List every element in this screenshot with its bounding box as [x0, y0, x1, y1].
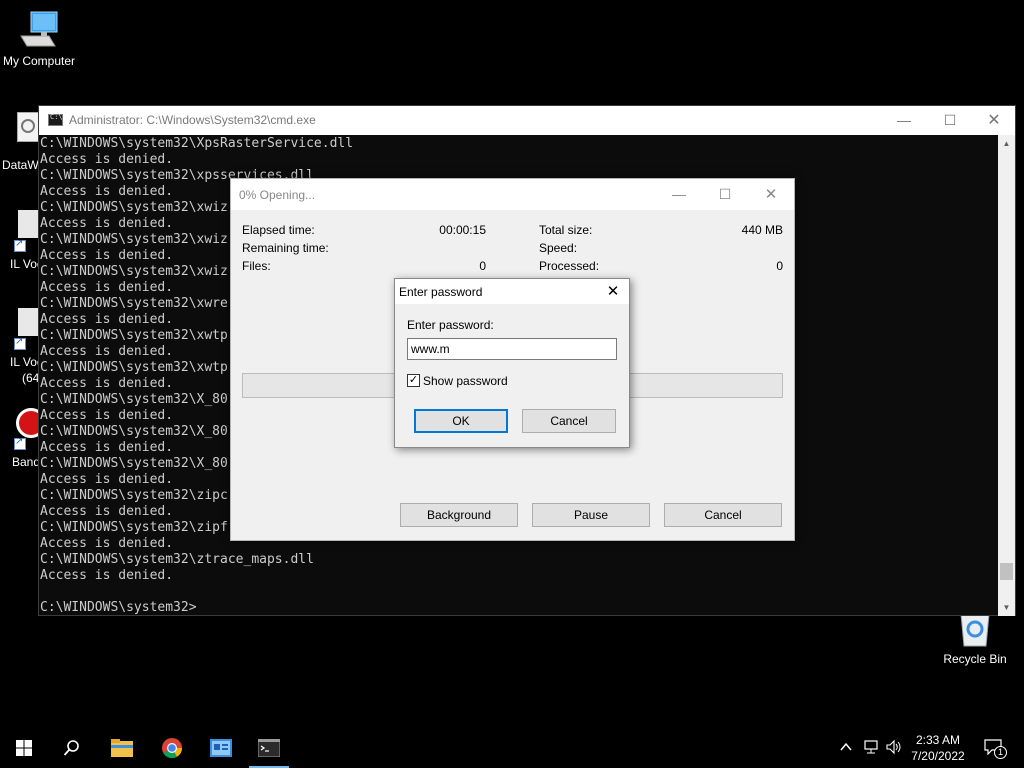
password-dialog-title: Enter password [399, 285, 483, 299]
files-value: 0 [479, 259, 486, 273]
start-button[interactable] [0, 728, 48, 768]
cancel-button[interactable]: Cancel [664, 503, 782, 527]
scroll-up-icon[interactable]: ▲ [998, 135, 1015, 152]
desktop-icon-label: DataW [2, 158, 39, 172]
desktop-icon-recycle-bin[interactable]: Recycle Bin [938, 612, 1012, 666]
shortcut-arrow-icon [14, 436, 26, 450]
cmd-title: Administrator: C:\Windows\System32\cmd.e… [69, 113, 316, 127]
ok-button[interactable]: OK [414, 409, 508, 433]
processed-label: Processed: [539, 259, 600, 273]
minimize-button[interactable]: — [881, 106, 927, 135]
control-panel-button[interactable] [197, 728, 245, 768]
chrome-icon [162, 738, 183, 759]
close-icon[interactable]: ✕ [597, 279, 629, 304]
pause-button[interactable]: Pause [532, 503, 650, 527]
elapsed-time-value: 00:00:15 [439, 223, 486, 237]
minimize-button[interactable]: — [656, 179, 702, 210]
scroll-thumb[interactable] [1000, 563, 1013, 580]
speed-label: Speed: [539, 241, 578, 255]
app-icon [18, 308, 40, 336]
network-icon[interactable] [863, 739, 879, 758]
cmd-output-line: C:\WINDOWS\system32\ztrace_maps.dll [40, 552, 314, 567]
maximize-button[interactable]: ☐ [702, 179, 748, 210]
cmd-icon [258, 739, 280, 757]
desktop-icon-label: My Computer [2, 54, 76, 68]
cancel-button[interactable]: Cancel [522, 409, 616, 433]
recycle-bin-icon [960, 613, 990, 647]
clock-date: 7/20/2022 [911, 749, 965, 763]
password-field-label: Enter password: [407, 318, 494, 332]
processed-value: 0 [776, 259, 783, 273]
desktop-icon-label: Band [12, 455, 41, 469]
taskbar: 2:33 AM 7/20/2022 1 [0, 728, 1024, 768]
maximize-button[interactable]: ☐ [927, 106, 973, 135]
clock-time: 2:33 AM [915, 733, 961, 747]
app-icon [18, 210, 40, 238]
notification-center-button[interactable]: 1 [984, 739, 1008, 759]
desktop-icon-il-voc-64[interactable]: IL Voc (64 [0, 306, 43, 386]
shortcut-arrow-icon [14, 238, 26, 252]
desktop-icon-label: (64 [22, 371, 40, 385]
folder-icon [111, 739, 133, 757]
cmd-output-line: C:\WINDOWS\system32\XpsRasterService.dll [40, 136, 354, 151]
cmd-output-line: ​ [40, 584, 998, 600]
desktop-icon-band[interactable]: Band [0, 404, 46, 470]
scroll-down-icon[interactable]: ▼ [998, 599, 1015, 616]
show-password-label[interactable]: Show password [423, 374, 508, 388]
elapsed-time-label: Elapsed time: [242, 223, 315, 237]
desktop-icon-my-computer[interactable]: My Computer [0, 10, 78, 68]
cmd-output-line: Access is denied. [40, 152, 174, 167]
cmd-titlebar[interactable]: Administrator: C:\Windows\System32\cmd.e… [39, 106, 1015, 135]
close-button[interactable]: ✕ [971, 106, 1017, 135]
progress-titlebar[interactable]: 0% Opening... — ☐ ✕ [231, 179, 794, 210]
show-password-checkbox[interactable]: ✓ [407, 374, 420, 387]
password-input[interactable]: www.m [407, 338, 617, 360]
files-label: Files: [242, 259, 271, 273]
background-button[interactable]: Background [400, 503, 518, 527]
cmd-output-line: Access is denied. [40, 568, 174, 583]
search-button[interactable] [48, 728, 96, 768]
volume-icon[interactable] [886, 739, 902, 758]
cmd-icon [48, 113, 63, 126]
show-hidden-icons-chevron[interactable] [840, 739, 852, 755]
computer-icon [20, 11, 58, 47]
desktop-icon-dataw[interactable]: DataW [0, 112, 39, 172]
search-icon [63, 740, 79, 756]
cmd-scrollbar[interactable]: ▲ ▼ [998, 135, 1015, 616]
remaining-time-label: Remaining time: [242, 241, 329, 255]
password-titlebar[interactable]: Enter password ✕ [395, 279, 629, 304]
close-button[interactable]: ✕ [748, 179, 794, 210]
chevron-up-icon [840, 742, 852, 751]
total-size-label: Total size: [539, 223, 593, 237]
desktop-icon-il-voc[interactable]: IL Voc [0, 208, 43, 272]
desktop-icon-label: Recycle Bin [943, 652, 1007, 666]
notification-count-badge: 1 [994, 746, 1007, 759]
progress-title: 0% Opening... [239, 188, 316, 202]
shortcut-arrow-icon [14, 336, 26, 350]
file-explorer-button[interactable] [98, 728, 146, 768]
cmd-taskbar-button[interactable] [245, 728, 293, 768]
enter-password-dialog[interactable]: Enter password ✕ Enter password: www.m ✓… [394, 278, 630, 448]
cmd-output-line: C:\WINDOWS\system32> [40, 600, 197, 615]
chrome-button[interactable] [148, 728, 196, 768]
control-panel-icon [210, 739, 232, 757]
windows-logo-icon [16, 740, 32, 756]
total-size-value: 440 MB [741, 223, 783, 237]
document-icon [17, 112, 39, 142]
clock[interactable]: 2:33 AM 7/20/2022 [902, 732, 974, 764]
